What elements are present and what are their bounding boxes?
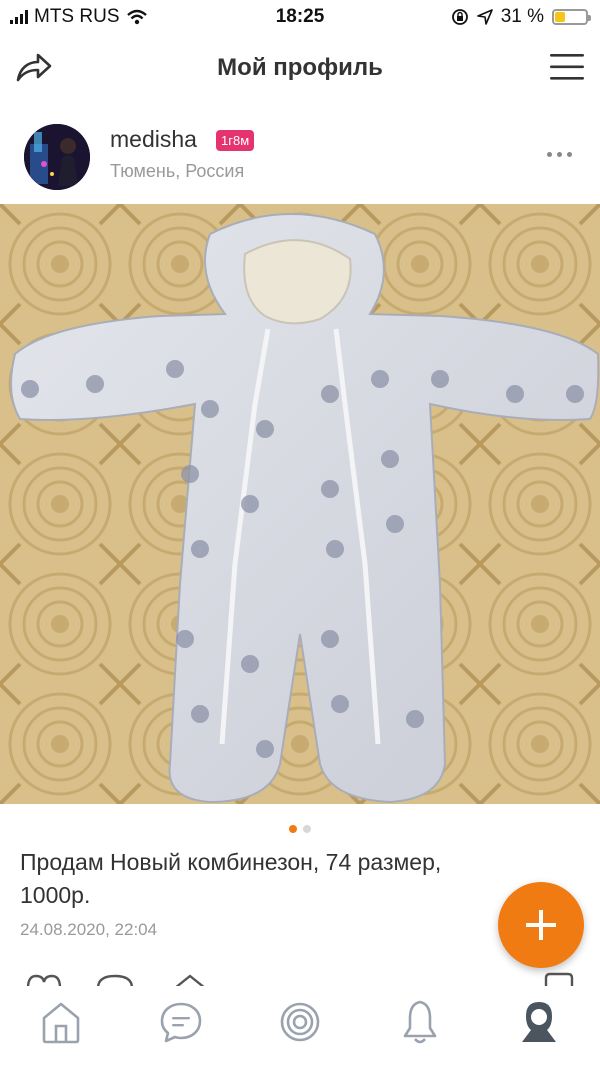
pager-dot-active[interactable] [289, 825, 297, 833]
battery-fill [555, 12, 565, 22]
photo-pager[interactable] [0, 825, 600, 833]
post-actions [0, 968, 600, 988]
orientation-lock-icon [451, 9, 468, 25]
post-date: 24.08.2020, 22:04 [20, 920, 158, 939]
user-location: Тюмень, Россия [110, 161, 245, 181]
bell-icon[interactable] [395, 996, 445, 1046]
status-bar: MTS RUS 18:25 31 % [0, 0, 600, 34]
avatar[interactable] [24, 124, 90, 190]
add-post-button[interactable] [498, 882, 584, 968]
post-description: Продам Новый комбинезон, 74 размер, 1000… [20, 849, 442, 908]
username[interactable]: medisha [110, 126, 197, 153]
battery-percent: 31 % [500, 6, 544, 27]
page-title: Мой профиль [217, 54, 383, 81]
tab-bar [0, 986, 600, 1066]
menu-icon[interactable] [550, 52, 584, 82]
chat-icon[interactable] [156, 996, 206, 1046]
target-icon[interactable] [275, 996, 325, 1046]
age-badge: 1г8м [216, 130, 255, 151]
battery-icon [552, 9, 591, 25]
profile-icon[interactable] [514, 996, 564, 1046]
location-icon [476, 9, 493, 25]
profile-header: medisha 1г8м Тюмень, Россия [0, 118, 600, 198]
pager-dot[interactable] [303, 825, 311, 833]
more-options-icon[interactable] [547, 152, 572, 157]
plus-icon [526, 910, 556, 940]
post-photo[interactable] [0, 204, 600, 804]
home-icon[interactable] [36, 996, 86, 1046]
status-right: 31 % [451, 6, 591, 28]
nav-bar: Мой профиль [0, 40, 600, 96]
